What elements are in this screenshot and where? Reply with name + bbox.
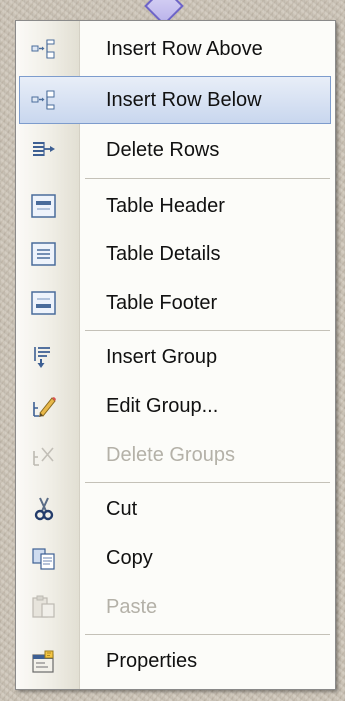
menu-separator	[85, 178, 330, 179]
menu-separator	[85, 634, 330, 635]
menu-item-edit-group[interactable]: Edit Group...	[19, 382, 331, 430]
menu-item-label: Properties	[106, 650, 198, 672]
menu-item-insert-row-above[interactable]: Insert Row Above	[19, 25, 331, 73]
menu-item-delete-rows[interactable]: Delete Rows	[19, 126, 331, 174]
edit-group-icon	[31, 394, 57, 418]
insert-row-above-icon	[31, 37, 57, 61]
table-header-icon	[31, 194, 57, 218]
menu-item-properties[interactable]: Properties	[19, 637, 331, 685]
menu-item-label: Insert Row Above	[106, 38, 263, 60]
delete-rows-icon	[31, 138, 57, 162]
menu-item-table-details[interactable]: Table Details	[19, 230, 331, 278]
menu-item-paste[interactable]: Paste	[19, 583, 331, 631]
menu-item-label: Insert Group	[106, 346, 218, 368]
insert-group-icon	[31, 345, 57, 369]
copy-icon	[31, 546, 57, 570]
menu-item-delete-groups[interactable]: Delete Groups	[19, 431, 331, 479]
menu-separator	[85, 330, 330, 331]
menu-item-label: Insert Row Below	[106, 89, 262, 111]
menu-item-cut[interactable]: Cut	[19, 485, 331, 533]
table-footer-icon	[31, 291, 57, 315]
menu-separator	[85, 482, 330, 483]
menu-items: Insert Row Above Insert Row Below Delete…	[16, 21, 335, 689]
menu-item-label: Cut	[106, 498, 138, 520]
menu-item-label: Copy	[106, 547, 153, 569]
menu-item-label: Table Details	[106, 243, 221, 265]
menu-item-copy[interactable]: Copy	[19, 534, 331, 582]
properties-icon	[31, 649, 57, 673]
menu-item-label: Delete Groups	[106, 444, 235, 466]
menu-item-insert-row-below[interactable]: Insert Row Below	[19, 76, 331, 124]
menu-item-insert-group[interactable]: Insert Group	[19, 333, 331, 381]
cut-icon	[31, 497, 57, 521]
menu-item-label: Edit Group...	[106, 395, 219, 417]
menu-item-table-header[interactable]: Table Header	[19, 182, 331, 230]
paste-icon	[31, 595, 57, 619]
table-details-icon	[31, 242, 57, 266]
context-menu: Insert Row Above Insert Row Below Delete…	[15, 20, 336, 690]
menu-item-table-footer[interactable]: Table Footer	[19, 279, 331, 327]
menu-item-label: Delete Rows	[106, 139, 220, 161]
insert-row-below-icon	[31, 88, 57, 112]
menu-item-label: Table Header	[106, 195, 225, 217]
delete-groups-icon	[31, 443, 57, 467]
menu-item-label: Paste	[106, 596, 158, 618]
menu-item-label: Table Footer	[106, 292, 218, 314]
